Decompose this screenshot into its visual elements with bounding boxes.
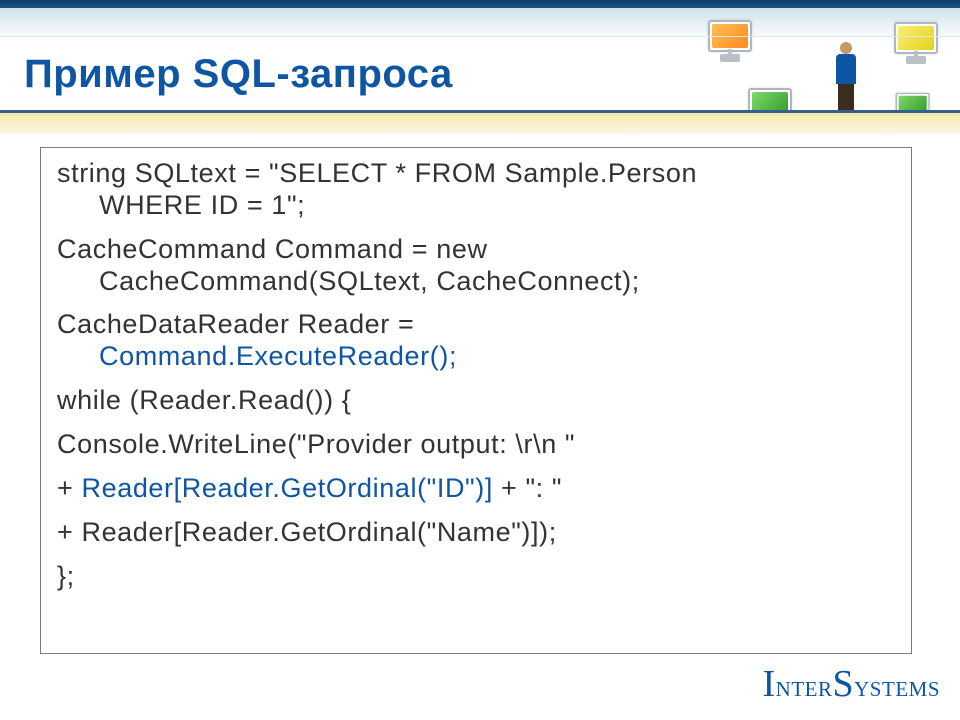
- code-line: Console.WriteLine("Provider output: \r\n…: [57, 429, 895, 461]
- code-line: CacheCommand Command = new CacheCommand(…: [57, 234, 895, 298]
- slide-title: Пример SQL-запроса: [24, 52, 453, 97]
- code-text: CacheDataReader Reader =: [57, 309, 414, 339]
- code-text: +: [57, 473, 81, 503]
- code-text: Command.ExecuteReader();: [57, 341, 895, 373]
- top-bar: [0, 0, 960, 8]
- code-text: WHERE ID = 1";: [57, 190, 895, 222]
- intersystems-logo: InterSystems: [763, 662, 940, 706]
- code-line: + Reader[Reader.GetOrdinal("ID")] + ": ": [57, 473, 895, 505]
- slide: Пример SQL-запроса string SQLtext = "SEL…: [0, 0, 960, 720]
- code-line: while (Reader.Read()) {: [57, 385, 895, 417]
- code-text: Reader[Reader.GetOrdinal("ID")]: [81, 473, 492, 503]
- code-text: string SQLtext = "SELECT * FROM Sample.P…: [57, 158, 697, 188]
- logo-text: nter: [776, 670, 833, 703]
- gold-band: [0, 110, 960, 134]
- code-text: CacheCommand Command = new: [57, 234, 488, 264]
- title-band: Пример SQL-запроса: [0, 36, 960, 112]
- code-block: string SQLtext = "SELECT * FROM Sample.P…: [40, 147, 912, 654]
- code-text: CacheCommand(SQLtext, CacheConnect);: [57, 266, 895, 298]
- logo-text: S: [833, 663, 855, 705]
- code-line: };: [57, 561, 895, 593]
- logo-text: I: [763, 663, 776, 705]
- code-line: CacheDataReader Reader = Command.Execute…: [57, 309, 895, 373]
- logo-text: ystems: [854, 670, 940, 703]
- code-line: + Reader[Reader.GetOrdinal("Name")]);: [57, 517, 895, 549]
- header-band: [0, 8, 960, 37]
- code-text: + ": ": [493, 473, 562, 503]
- code-line: string SQLtext = "SELECT * FROM Sample.P…: [57, 158, 895, 222]
